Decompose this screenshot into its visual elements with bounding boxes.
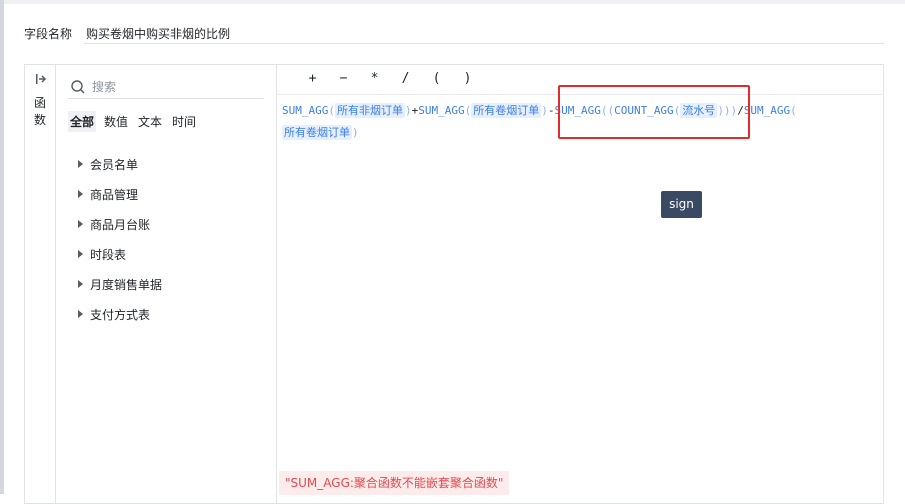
plus-operator-button[interactable]: + (297, 71, 328, 86)
function-token[interactable]: COUNT_AGG (614, 104, 674, 117)
expand-arrow-icon[interactable] (78, 190, 83, 198)
tree-item-member-list[interactable]: 会员名单 (78, 149, 162, 179)
multiply-operator-button[interactable]: * (359, 71, 390, 86)
tree-item-product-monthly-ledger[interactable]: 商品月台账 (78, 209, 162, 239)
left-border (0, 0, 4, 494)
operator-token: / (737, 104, 744, 117)
search-box[interactable] (68, 75, 264, 99)
tree-item-label: 时段表 (90, 247, 127, 262)
tree-item-monthly-sales-receipts[interactable]: 月度销售单据 (78, 269, 162, 299)
field-name-input[interactable]: 购买卷烟中购买非烟的比例 (86, 25, 230, 42)
divide-operator-button[interactable]: / (390, 71, 421, 86)
function-side-tab[interactable]: 函数 (25, 65, 56, 503)
tree-item-payment-method-table[interactable]: 支付方式表 (78, 299, 162, 329)
function-tab-label: 函数 (34, 96, 47, 127)
tree-item-time-slot-table[interactable]: 时段表 (78, 239, 162, 269)
tree-item-label: 会员名单 (90, 157, 139, 172)
toolbar-divider (277, 94, 884, 95)
paren-token: ))) (717, 104, 738, 117)
operator-toolbar: + − * / ( ) (297, 71, 483, 86)
formula-editor[interactable]: + − * / ( ) SUM_AGG(所有非烟订单)+SUM_AGG(所有卷烟… (277, 65, 884, 503)
paren-token: ) (541, 104, 548, 117)
expand-arrow-icon[interactable] (78, 220, 83, 228)
minus-operator-button[interactable]: − (328, 71, 359, 86)
field-token[interactable]: 所有非烟订单 (334, 103, 405, 118)
search-input[interactable] (92, 79, 242, 94)
tree-item-product-management[interactable]: 商品管理 (78, 179, 162, 209)
paren-token: (( (600, 104, 615, 117)
formula-text[interactable]: SUM_AGG(所有非烟订单)+SUM_AGG(所有卷烟订单)-SUM_AGG(… (282, 100, 877, 144)
function-token[interactable]: SUM_AGG (744, 104, 790, 117)
paren-token: ) (352, 126, 359, 139)
expand-arrow-icon[interactable] (78, 160, 83, 168)
tree-item-label: 支付方式表 (90, 307, 151, 322)
collapse-arrow-icon[interactable] (35, 73, 47, 85)
field-name-underline (84, 43, 884, 44)
sign-tooltip: sign (661, 191, 702, 218)
paren-token: ) (404, 104, 412, 117)
function-token[interactable]: SUM_AGG (554, 104, 600, 117)
tree-item-label: 商品月台账 (90, 217, 151, 232)
error-message: "SUM_AGG:聚合函数不能嵌套聚合函数" (279, 471, 510, 495)
formula-editor-dialog: 字段名称 购买卷烟中购买非烟的比例 函数 全部 数值 文本 (0, 0, 905, 504)
function-token[interactable]: SUM_AGG (418, 104, 464, 117)
field-name-row: 字段名称 购买卷烟中购买非烟的比例 (24, 22, 230, 44)
paren-token: ( (328, 104, 335, 117)
formula-panel: 函数 全部 数值 文本 时间 会员名单 (24, 64, 884, 504)
table-tree: 会员名单 商品管理 商品月台账 时段表 月度销售单据 支付方式表 (78, 149, 162, 329)
search-icon (71, 79, 85, 93)
tab-numeric[interactable]: 数值 (102, 111, 130, 132)
open-paren-button[interactable]: ( (421, 71, 452, 86)
tab-time[interactable]: 时间 (170, 111, 198, 132)
expand-arrow-icon[interactable] (78, 310, 83, 318)
category-tabs: 全部 数值 文本 时间 (68, 111, 204, 132)
function-list-panel: 全部 数值 文本 时间 会员名单 商品管理 商品月台账 (56, 65, 277, 503)
expand-arrow-icon[interactable] (78, 280, 83, 288)
function-token[interactable]: SUM_AGG (282, 104, 328, 117)
field-token[interactable]: 所有卷烟订单 (471, 103, 542, 118)
top-border (0, 0, 905, 4)
expand-arrow-icon[interactable] (78, 250, 83, 258)
tab-text[interactable]: 文本 (136, 111, 164, 132)
paren-token: ( (790, 104, 797, 117)
tree-item-label: 月度销售单据 (90, 277, 163, 292)
field-token[interactable]: 流水号 (680, 103, 718, 118)
tree-item-label: 商品管理 (90, 187, 139, 202)
tab-all[interactable]: 全部 (68, 111, 97, 132)
close-paren-button[interactable]: ) (452, 71, 483, 86)
field-name-label: 字段名称 (24, 26, 73, 41)
field-token[interactable]: 所有卷烟订单 (282, 125, 352, 140)
